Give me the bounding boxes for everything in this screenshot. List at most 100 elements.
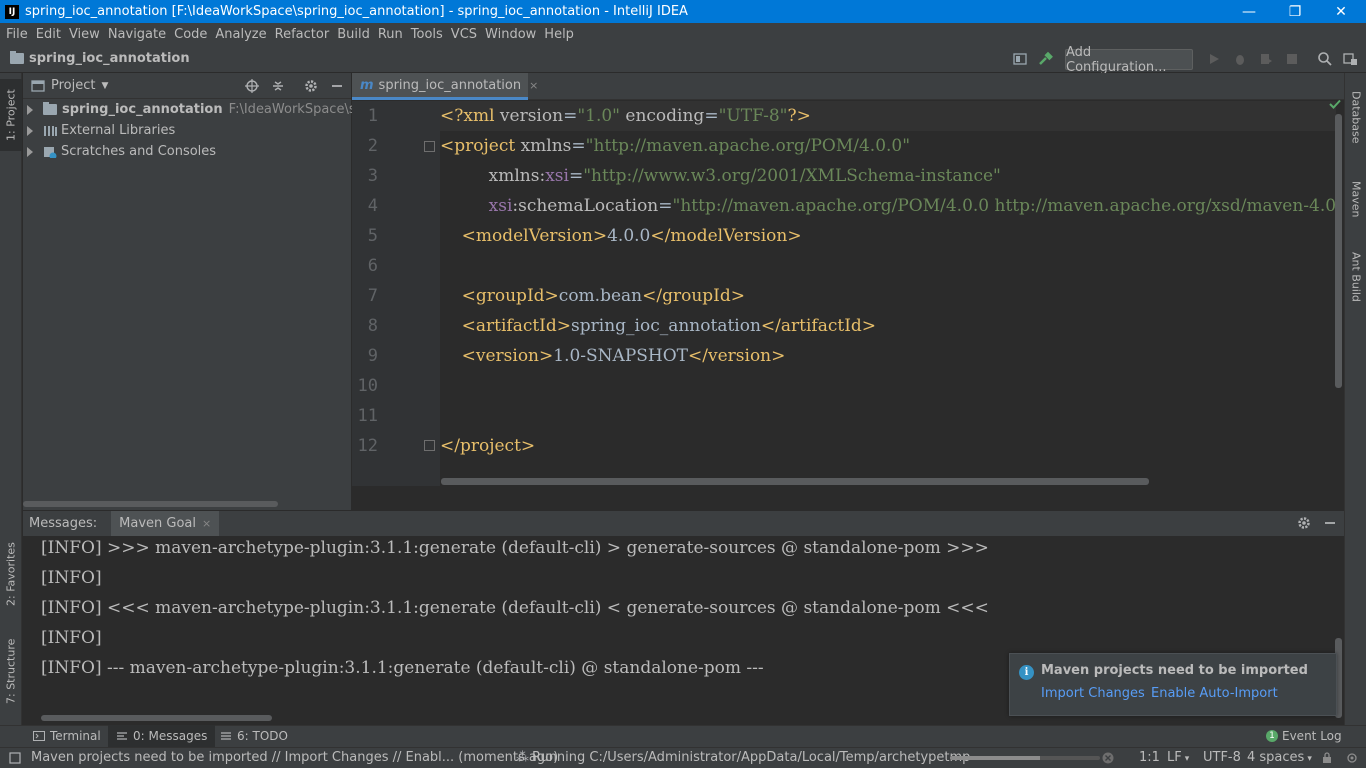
import-changes-link[interactable]: Import Changes: [1041, 686, 1145, 701]
close-window-button[interactable]: ✕: [1318, 0, 1364, 23]
database-tool-tab[interactable]: Database: [1345, 81, 1366, 153]
layout-icon[interactable]: [1011, 50, 1029, 68]
messages-horizontal-scrollbar[interactable]: [41, 715, 272, 721]
tree-item-external-libraries[interactable]: External Libraries: [23, 120, 175, 141]
inspector-icon[interactable]: [1345, 752, 1359, 764]
tag-open: <artifactId>: [461, 316, 572, 336]
line-number: 10: [357, 376, 378, 396]
breadcrumb[interactable]: spring_ioc_annotation: [10, 51, 190, 66]
lock-icon[interactable]: [1321, 752, 1333, 764]
menu-help[interactable]: Help: [540, 27, 578, 42]
notification-title: Maven projects need to be imported: [1041, 663, 1308, 678]
fold-marker-icon[interactable]: [424, 440, 435, 451]
cancel-task-icon[interactable]: [1102, 752, 1114, 764]
tree-item-project-root[interactable]: spring_ioc_annotation F:\IdeaWorkSpace\s…: [23, 99, 389, 120]
tool-windows-icon[interactable]: [9, 752, 21, 764]
chevron-down-icon: ▾: [1307, 754, 1312, 764]
tree-item-scratches[interactable]: Scratches and Consoles: [23, 141, 216, 162]
build-hammer-icon[interactable]: [1036, 50, 1054, 68]
xml-attr: xmlns:: [488, 166, 546, 186]
menu-build[interactable]: Build: [333, 27, 374, 42]
eq: =: [571, 136, 586, 156]
menu-run[interactable]: Run: [374, 27, 407, 42]
project-panel-header: Project ▼: [23, 73, 351, 99]
project-view-icon: [31, 79, 45, 92]
menu-analyze[interactable]: Analyze: [211, 27, 270, 42]
stop-icon[interactable]: [1283, 50, 1301, 68]
terminal-tab[interactable]: Terminal: [25, 725, 109, 747]
menu-edit[interactable]: Edit: [32, 27, 65, 42]
line-number: 9: [367, 346, 378, 366]
gear-icon[interactable]: [1297, 516, 1311, 530]
event-log-tab[interactable]: 1 Event Log: [1258, 725, 1350, 747]
ant-build-tool-tab[interactable]: Ant Build: [1345, 241, 1366, 313]
messages-label: Messages:: [29, 516, 98, 531]
project-panel: Project ▼ spring_ioc_annotation F:\IdeaW…: [23, 73, 389, 510]
close-tab-icon[interactable]: ×: [529, 79, 538, 92]
editor-vertical-scrollbar[interactable]: [1335, 114, 1342, 388]
close-tab-icon[interactable]: ×: [202, 517, 211, 530]
project-structure-icon[interactable]: [1342, 50, 1360, 68]
expand-arrow-icon[interactable]: [27, 104, 33, 115]
terminal-icon: [33, 731, 45, 741]
menu-navigate[interactable]: Navigate: [104, 27, 170, 42]
menu-vcs[interactable]: VCS: [447, 27, 481, 42]
project-tool-tab[interactable]: 1: Project: [0, 79, 22, 151]
coverage-icon[interactable]: [1257, 50, 1275, 68]
tag-text: spring_ioc_annotation: [571, 316, 761, 336]
minimize-button[interactable]: —: [1226, 0, 1272, 23]
caret-position[interactable]: 1:1: [1139, 747, 1160, 768]
todo-tab[interactable]: 6: TODO: [212, 725, 296, 747]
maven-tool-tab[interactable]: Maven: [1345, 169, 1366, 229]
hide-panel-icon[interactable]: [330, 79, 344, 93]
menu-window[interactable]: Window: [481, 27, 540, 42]
line-number: 8: [367, 316, 378, 336]
editor-tab-pom[interactable]: m spring_ioc_annotation ×: [352, 73, 538, 100]
menu-tools[interactable]: Tools: [407, 27, 447, 42]
collapse-all-icon[interactable]: [271, 79, 285, 93]
structure-tool-tab[interactable]: 7: Structure: [0, 629, 22, 713]
expand-arrow-icon[interactable]: [27, 125, 33, 136]
project-panel-title[interactable]: Project: [51, 78, 95, 93]
menu-code[interactable]: Code: [170, 27, 211, 42]
favorites-tool-tab[interactable]: 2: Favorites: [0, 533, 22, 615]
line-separator[interactable]: LF ▾: [1167, 747, 1189, 768]
search-icon[interactable]: [1316, 50, 1334, 68]
run-icon[interactable]: [1205, 50, 1223, 68]
line-separator-label: LF: [1167, 750, 1182, 765]
project-horizontal-scrollbar[interactable]: [23, 501, 278, 507]
line-number: 6: [367, 256, 378, 276]
line-number: 3: [367, 166, 378, 186]
menu-view[interactable]: View: [65, 27, 104, 42]
menu-file[interactable]: File: [2, 27, 32, 42]
tag-close: </groupId>: [642, 286, 745, 306]
file-encoding[interactable]: UTF-8: [1203, 747, 1241, 768]
xml-value: "1.0": [577, 106, 620, 126]
messages-tab[interactable]: 0: Messages: [108, 725, 216, 747]
chevron-down-icon[interactable]: ▼: [101, 81, 108, 91]
add-configuration-button[interactable]: Add Configuration...: [1065, 45, 1193, 75]
code-line-8: <artifactId>spring_ioc_annotation</artif…: [440, 311, 876, 341]
code-editor[interactable]: <?xml version="1.0" encoding="UTF-8"?> <…: [440, 101, 1336, 486]
menu-refactor[interactable]: Refactor: [271, 27, 334, 42]
enable-auto-import-link[interactable]: Enable Auto-Import: [1151, 686, 1278, 701]
gear-icon[interactable]: [304, 79, 318, 93]
indent-setting[interactable]: 4 spaces ▾: [1247, 747, 1312, 768]
debug-icon[interactable]: [1231, 50, 1249, 68]
code-line-7: <groupId>com.bean</groupId>: [440, 281, 745, 311]
xml-attr: :schemaLocation: [512, 196, 659, 216]
code-line-1: <?xml version="1.0" encoding="UTF-8"?>: [440, 101, 811, 131]
eq: =: [658, 196, 673, 216]
locate-icon[interactable]: [245, 79, 259, 93]
restore-button[interactable]: ❐: [1272, 0, 1318, 23]
hide-panel-icon[interactable]: [1323, 516, 1337, 530]
expand-arrow-icon[interactable]: [27, 146, 33, 157]
eq: =: [563, 106, 578, 126]
maven-file-icon: m: [360, 77, 374, 93]
message-line: [INFO] <<< maven-archetype-plugin:3.1.1:…: [41, 598, 989, 618]
status-message[interactable]: Maven projects need to be imported // Im…: [31, 747, 558, 768]
editor-horizontal-scrollbar[interactable]: [441, 478, 1149, 485]
fold-marker-icon[interactable]: [424, 141, 435, 152]
progress-bar: [950, 756, 1100, 760]
